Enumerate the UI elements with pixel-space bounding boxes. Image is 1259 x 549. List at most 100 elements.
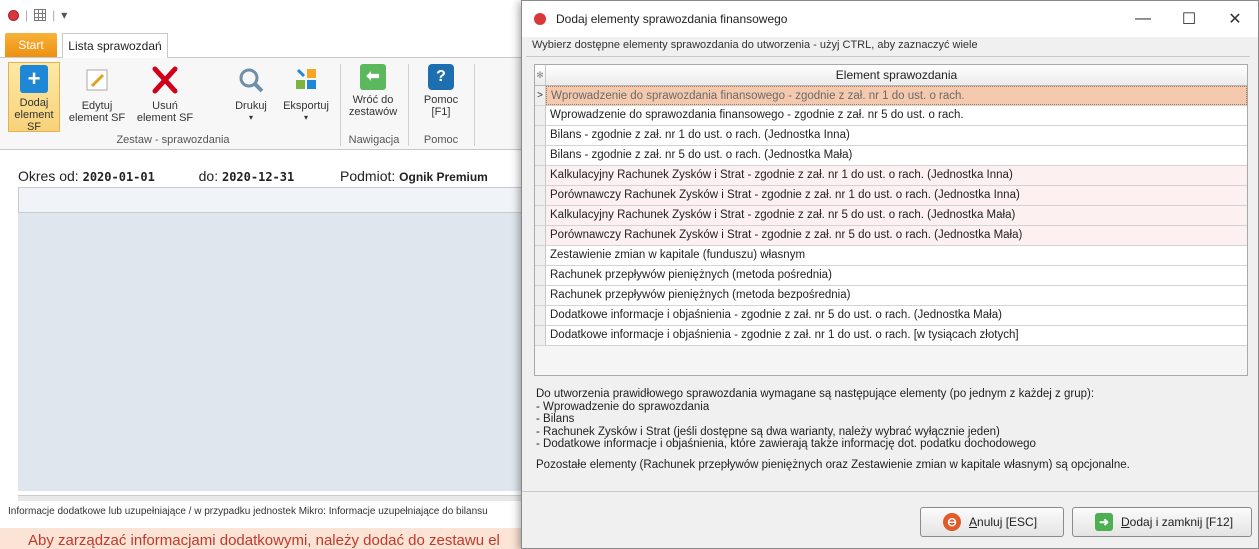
help-label-2: [F1] — [431, 106, 451, 118]
requirements-notes: Do utworzenia prawidłowego sprawozdania … — [536, 388, 1246, 471]
row-cell-element[interactable]: Kalkulacyjny Rachunek Zysków i Strat - z… — [546, 166, 1247, 185]
elements-grid[interactable] — [18, 213, 528, 491]
table-row[interactable]: Dodatkowe informacje i objaśnienia - zgo… — [535, 326, 1247, 346]
row-selector[interactable] — [535, 186, 546, 205]
export-icon — [290, 64, 322, 96]
table-row[interactable]: Wprowadzenie do sprawozdania finansowego… — [535, 106, 1247, 126]
add-arrow-icon: ➜ — [1095, 513, 1113, 531]
export-label: Eksportuj — [283, 100, 329, 112]
notes-line: - Bilans — [536, 413, 575, 425]
table-row[interactable]: Zestawienie zmian w kapitale (funduszu) … — [535, 246, 1247, 266]
divider — [522, 491, 1258, 492]
cancel-button[interactable]: ⊖ Anuluj [ESC] — [920, 507, 1064, 537]
table-row[interactable]: Dodatkowe informacje i objaśnienia - zgo… — [535, 306, 1247, 326]
row-selector[interactable] — [535, 226, 546, 245]
grid-icon[interactable] — [34, 9, 47, 21]
row-selector[interactable] — [535, 126, 546, 145]
row-selector[interactable] — [535, 146, 546, 165]
group-divider — [474, 64, 475, 146]
period-to-label: do: — [198, 168, 219, 184]
row-cell-element[interactable]: Wprowadzenie do sprawozdania finansowego… — [546, 86, 1247, 105]
row-cell-element[interactable]: Dodatkowe informacje i objaśnienia - zgo… — [546, 326, 1247, 345]
table-row[interactable]: Porównawczy Rachunek Zysków i Strat - zg… — [535, 226, 1247, 246]
dialog-titlebar[interactable]: Dodaj elementy sprawozdania finansowego … — [522, 1, 1258, 37]
tab-lista-sprawozdan[interactable]: Lista sprawozdań — [62, 33, 168, 59]
print-label: Drukuj — [235, 100, 267, 112]
row-cell-element[interactable]: Bilans - zgodnie z zał. nr 5 do ust. o r… — [546, 146, 1247, 165]
row-selector[interactable]: > — [535, 86, 546, 105]
elements-table: ✻ Element sprawozdania > Wprowadzenie do … — [534, 64, 1248, 376]
row-cell-element[interactable]: Wprowadzenie do sprawozdania finansowego… — [546, 106, 1247, 125]
group-divider — [340, 64, 341, 146]
customize-toolbar-icon[interactable]: ▾ — [61, 8, 67, 22]
back-label-2: zestawów — [348, 106, 398, 118]
row-selector[interactable] — [535, 266, 546, 285]
notes-line: - Dodatkowe informacje i objaśnienia, kt… — [536, 438, 1036, 450]
delete-label-2: element SF — [136, 112, 194, 124]
edit-element-button[interactable]: Edytuj element SF — [66, 62, 128, 132]
row-cell-element[interactable]: Porównawczy Rachunek Zysków i Strat - zg… — [546, 226, 1247, 245]
add-and-close-button[interactable]: ➜ Dodaj i zamknij [F12] — [1072, 507, 1252, 537]
help-button[interactable]: ? Pomoc [F1] — [416, 62, 466, 132]
print-icon — [235, 64, 267, 96]
toolbar-separator: | — [25, 8, 29, 22]
row-cell-element[interactable]: Rachunek przepływów pieniężnych (metoda … — [546, 266, 1247, 285]
notes-line: - Wprowadzenie do sprawozdania — [536, 400, 710, 413]
table-body: > Wprowadzenie do sprawozdania finansoweg… — [535, 86, 1247, 346]
table-row[interactable]: Bilans - zgodnie z zał. nr 5 do ust. o r… — [535, 146, 1247, 166]
print-button[interactable]: Drukuj ▾ — [228, 62, 274, 132]
add-element-button[interactable]: + Dodaj element SF — [8, 62, 60, 133]
row-cell-element[interactable]: Zestawienie zmian w kapitale (funduszu) … — [546, 246, 1247, 265]
table-row[interactable]: Kalkulacyjny Rachunek Zysków i Strat - z… — [535, 206, 1247, 226]
add-icon: + — [20, 65, 48, 93]
row-cell-element[interactable]: Dodatkowe informacje i objaśnienia - zgo… — [546, 306, 1247, 325]
toolbar-separator: | — [52, 8, 56, 22]
row-selector[interactable] — [535, 306, 546, 325]
help-icon: ? — [428, 64, 454, 90]
period-to-value: 2020-12-31 — [221, 170, 295, 184]
row-selector[interactable] — [535, 326, 546, 345]
table-row[interactable]: Bilans - zgodnie z zał. nr 1 do ust. o r… — [535, 126, 1247, 146]
select-all-icon[interactable]: ✻ — [535, 65, 546, 85]
row-selector[interactable] — [535, 286, 546, 305]
row-selector[interactable] — [535, 206, 546, 225]
row-selector[interactable] — [535, 246, 546, 265]
subject-label: Podmiot: — [340, 168, 396, 184]
maximize-button[interactable]: ☐ — [1166, 1, 1212, 37]
table-row[interactable]: Porównawczy Rachunek Zysków i Strat - zg… — [535, 186, 1247, 206]
elements-grid-header — [18, 187, 528, 213]
edit-label-2: element SF — [68, 112, 126, 124]
delete-label-1: Usuń — [152, 100, 178, 112]
dialog-title: Dodaj elementy sprawozdania finansowego — [556, 12, 788, 26]
row-cell-element[interactable]: Rachunek przepływów pieniężnych (metoda … — [546, 286, 1247, 305]
back-to-sets-button[interactable]: ⬅ Wróć do zestawów — [346, 62, 400, 132]
table-row[interactable]: Rachunek przepływów pieniężnych (metoda … — [535, 266, 1247, 286]
notes-line: Do utworzenia prawidłowego sprawozdania … — [536, 388, 1095, 400]
row-selector[interactable] — [535, 166, 546, 185]
tab-start[interactable]: Start — [5, 33, 57, 57]
row-cell-element[interactable]: Bilans - zgodnie z zał. nr 1 do ust. o r… — [546, 126, 1247, 145]
table-row[interactable]: Kalkulacyjny Rachunek Zysków i Strat - z… — [535, 166, 1247, 186]
column-header-element[interactable]: Element sprawozdania — [546, 65, 1247, 85]
app-logo-icon — [8, 9, 19, 21]
panel-splitter[interactable] — [18, 495, 528, 501]
row-selector[interactable] — [535, 106, 546, 125]
back-arrow-icon: ⬅ — [360, 64, 386, 90]
table-row[interactable]: Rachunek przepływów pieniężnych (metoda … — [535, 286, 1247, 306]
app-logo-icon — [534, 13, 546, 25]
table-row[interactable]: > Wprowadzenie do sprawozdania finansoweg… — [535, 86, 1247, 106]
minimize-button[interactable]: — — [1120, 1, 1166, 37]
close-button[interactable]: ✕ — [1212, 1, 1258, 37]
row-cell-element[interactable]: Kalkulacyjny Rachunek Zysków i Strat - z… — [546, 206, 1247, 225]
row-cell-element[interactable]: Porównawczy Rachunek Zysków i Strat - zg… — [546, 186, 1247, 205]
print-dropdown-icon: ▾ — [248, 113, 253, 122]
add-label-2: element SF — [14, 109, 54, 133]
group-label-pomoc: Pomoc — [423, 134, 459, 146]
dialog-hint: Wybierz dostępne elementy sprawozdania d… — [532, 39, 978, 51]
delete-element-button[interactable]: Usuń element SF — [132, 62, 198, 132]
table-header: ✻ Element sprawozdania — [535, 65, 1247, 86]
group-label-nawigacja: Nawigacja — [348, 134, 400, 146]
group-divider — [408, 64, 409, 146]
export-button[interactable]: Eksportuj ▾ — [278, 62, 334, 132]
period-bar: Okres od: 2020-01-01 do: 2020-12-31 Podm… — [18, 168, 488, 184]
